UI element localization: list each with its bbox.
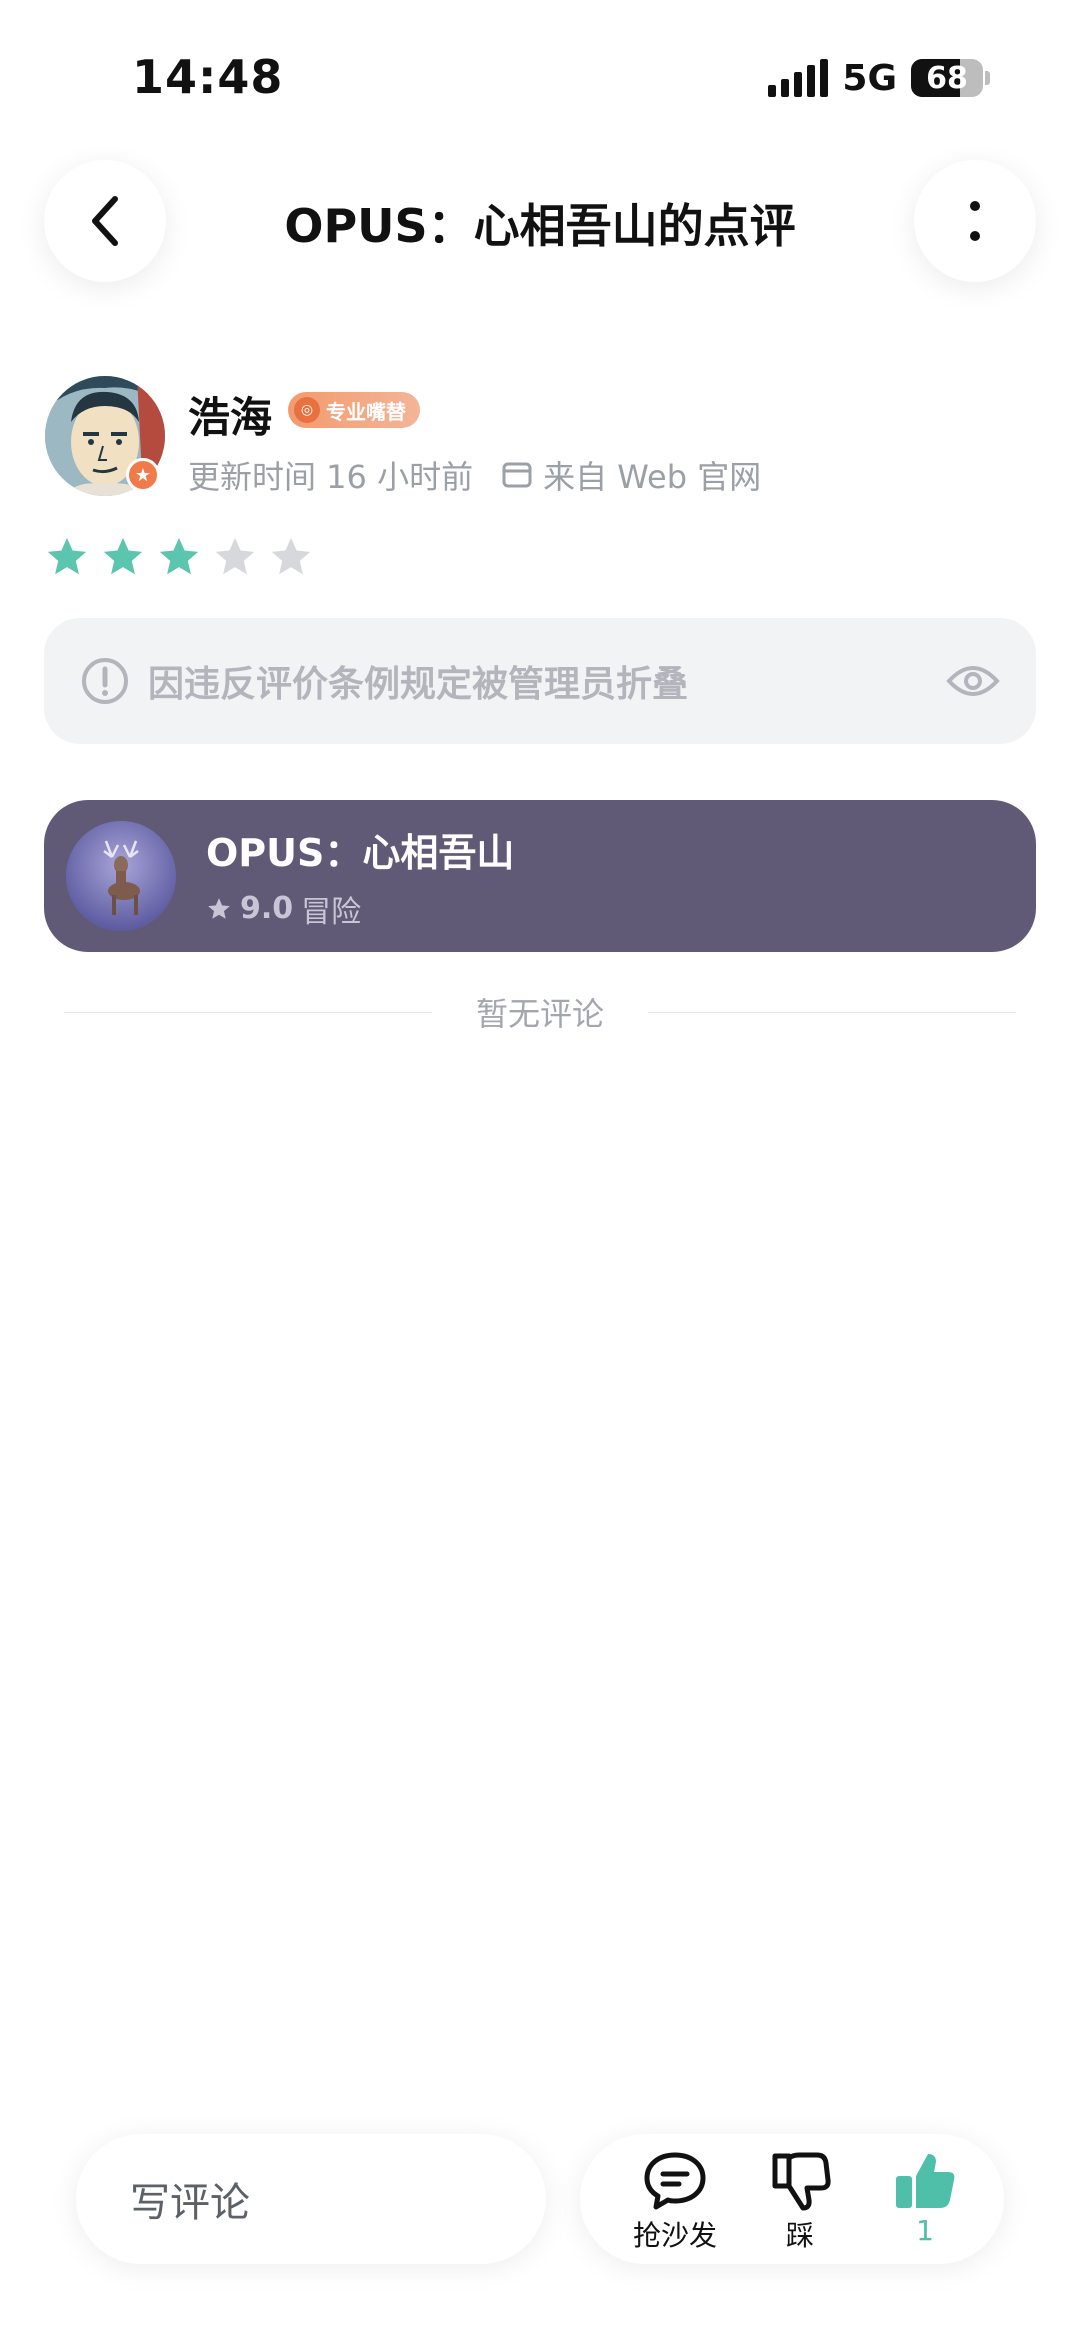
game-title: OPUS：心相吾山 bbox=[206, 830, 515, 875]
comment-bubble-icon bbox=[644, 2152, 706, 2210]
badge-icon: ◎ bbox=[294, 397, 320, 423]
dislike-label: 踩 bbox=[785, 2219, 814, 2252]
thumbs-down-icon bbox=[772, 2152, 831, 2211]
browser-icon bbox=[502, 462, 532, 488]
battery-level: 68 bbox=[926, 60, 968, 96]
more-button[interactable] bbox=[914, 160, 1036, 282]
game-genre: 冒险 bbox=[301, 894, 362, 930]
eye-icon[interactable] bbox=[946, 661, 1000, 701]
thumbs-up-icon bbox=[896, 2154, 955, 2208]
back-button[interactable] bbox=[44, 160, 166, 282]
verified-badge-icon: ★ bbox=[126, 458, 160, 492]
chevron-left-icon bbox=[92, 196, 118, 246]
review-meta: 更新时间 16 小时前 来自 Web 官网 bbox=[188, 452, 761, 498]
more-vertical-icon bbox=[970, 201, 980, 241]
network-label: 5G bbox=[842, 57, 897, 99]
header: OPUS：心相吾山的点评 bbox=[0, 160, 1080, 290]
source-info: 来自 Web 官网 bbox=[501, 452, 761, 498]
like-button[interactable]: 1 bbox=[870, 2150, 980, 2247]
dislike-button[interactable]: 踩 bbox=[745, 2150, 855, 2254]
star-empty-icon bbox=[271, 537, 311, 575]
signal-icon bbox=[768, 59, 829, 97]
battery-tip bbox=[985, 71, 990, 85]
source-label: 来自 Web 官网 bbox=[543, 458, 762, 496]
game-meta: 9.0 冒险 bbox=[206, 887, 514, 931]
rating-stars bbox=[44, 534, 314, 580]
status-time: 14:48 bbox=[132, 50, 284, 104]
star-empty-icon bbox=[215, 537, 255, 575]
sofa-label: 抢沙发 bbox=[632, 2219, 717, 2252]
warning-icon bbox=[82, 658, 128, 704]
update-time: 更新时间 16 小时前 bbox=[188, 458, 474, 496]
comment-input[interactable]: 写评论 bbox=[76, 2134, 546, 2264]
star-filled-icon bbox=[103, 537, 143, 575]
no-comment-divider: 暂无评论 bbox=[64, 990, 1017, 1034]
divider-line bbox=[64, 1011, 432, 1013]
status-indicators: 5G 68 bbox=[768, 56, 990, 100]
game-info: OPUS：心相吾山 9.0 冒险 bbox=[206, 822, 514, 931]
folded-notice: 因违反评价条例规定被管理员折叠 bbox=[44, 618, 1036, 744]
page-title: OPUS：心相吾山的点评 bbox=[284, 199, 796, 253]
star-filled-icon bbox=[159, 537, 199, 575]
no-comment-text: 暂无评论 bbox=[476, 995, 605, 1033]
sofa-button[interactable]: 抢沙发 bbox=[620, 2150, 730, 2254]
pro-badge-label: 专业嘴替 bbox=[326, 399, 406, 424]
divider-line bbox=[648, 1011, 1017, 1013]
status-bar: 14:48 5G 68 bbox=[0, 0, 1080, 150]
like-count: 1 bbox=[916, 2214, 934, 2247]
star-icon bbox=[208, 897, 230, 919]
game-score: 9.0 bbox=[240, 891, 294, 926]
deer-icon bbox=[66, 821, 176, 931]
battery-icon: 68 bbox=[911, 59, 983, 97]
game-card[interactable]: OPUS：心相吾山 9.0 冒险 bbox=[44, 800, 1036, 952]
star-filled-icon bbox=[47, 537, 87, 575]
pro-badge: ◎ 专业嘴替 bbox=[288, 392, 420, 428]
action-bar: 抢沙发 踩 1 bbox=[580, 2134, 1004, 2264]
user-name[interactable]: 浩海 bbox=[188, 384, 272, 445]
folded-notice-text: 因违反评价条例规定被管理员折叠 bbox=[148, 664, 689, 705]
game-icon bbox=[66, 821, 176, 931]
